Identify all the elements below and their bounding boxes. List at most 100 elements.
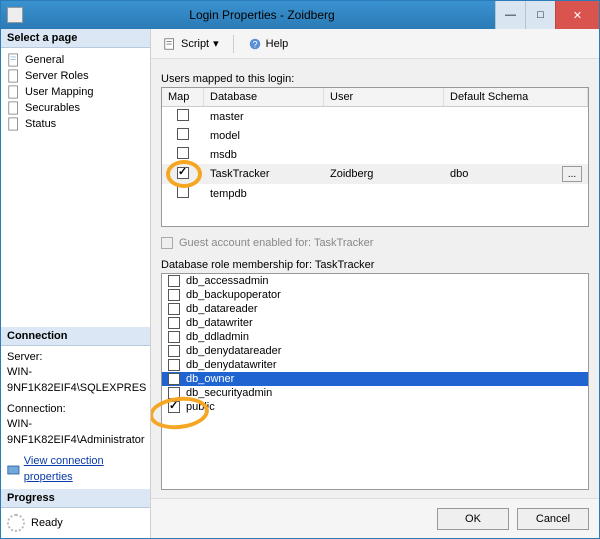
help-button[interactable]: ? Help: [244, 35, 293, 53]
role-name: db_securityadmin: [186, 387, 272, 399]
role-checkbox[interactable]: [168, 373, 180, 385]
table-row[interactable]: tempdb: [162, 184, 588, 203]
col-user-header: User: [324, 88, 444, 106]
progress-spinner-icon: [7, 514, 25, 532]
role-checkbox[interactable]: [168, 401, 180, 413]
col-schema-header: Default Schema: [444, 88, 588, 106]
right-pane: Script ▾ ? Help Users mapped to this log…: [151, 29, 599, 538]
view-connection-properties-link[interactable]: View connection properties: [7, 454, 144, 485]
connection-header: Connection: [1, 327, 150, 346]
role-name: db_owner: [186, 373, 234, 385]
properties-icon: [7, 463, 20, 477]
maximize-button[interactable]: □: [525, 1, 555, 29]
role-checkbox[interactable]: [168, 317, 180, 329]
page-icon: [7, 69, 21, 83]
progress-header: Progress: [1, 489, 150, 508]
role-name: db_backupoperator: [186, 289, 281, 301]
nav-item-user-mapping[interactable]: User Mapping: [1, 84, 150, 100]
nav-item-server-roles[interactable]: Server Roles: [1, 68, 150, 84]
nav-label: Status: [25, 118, 56, 130]
nav-label: Server Roles: [25, 70, 89, 82]
table-row[interactable]: model: [162, 126, 588, 145]
chevron-down-icon: ▾: [213, 37, 219, 50]
role-item[interactable]: db_datawriter: [162, 316, 588, 330]
user-cell: [324, 153, 444, 157]
server-value: WIN-9NF1K82EIF4\SQLEXPRES: [7, 365, 144, 396]
database-cell: tempdb: [204, 186, 324, 202]
role-name: db_denydatawriter: [186, 359, 277, 371]
table-row[interactable]: master: [162, 107, 588, 126]
users-mapped-grid[interactable]: Map Database User Default Schema masterm…: [161, 87, 589, 227]
map-checkbox[interactable]: [177, 167, 189, 179]
role-item[interactable]: db_backupoperator: [162, 288, 588, 302]
select-page-header: Select a page: [1, 29, 150, 48]
window-title: Login Properties - Zoidberg: [29, 8, 495, 22]
role-item[interactable]: db_accessadmin: [162, 274, 588, 288]
cancel-button[interactable]: Cancel: [517, 508, 589, 530]
link-label: View connection properties: [24, 454, 144, 485]
nav-item-status[interactable]: Status: [1, 116, 150, 132]
role-item[interactable]: db_denydatareader: [162, 344, 588, 358]
connection-label: Connection:: [7, 402, 144, 417]
roles-list[interactable]: db_accessadmindb_backupoperator db_datare…: [161, 273, 589, 490]
user-cell: [324, 192, 444, 196]
page-icon: [7, 117, 21, 131]
table-row[interactable]: TaskTrackerZoidbergdbo...: [162, 164, 588, 184]
page-icon: [7, 101, 21, 115]
user-cell: [324, 115, 444, 119]
guest-account-row: Guest account enabled for: TaskTracker: [161, 237, 589, 249]
role-checkbox[interactable]: [168, 289, 180, 301]
progress-status: Ready: [31, 517, 63, 529]
table-row[interactable]: msdb: [162, 145, 588, 164]
map-checkbox[interactable]: [177, 147, 189, 159]
nav-item-securables[interactable]: Securables: [1, 100, 150, 116]
script-button[interactable]: Script ▾: [159, 35, 223, 53]
role-name: public: [186, 401, 215, 413]
page-icon: [7, 85, 21, 99]
role-item[interactable]: db_datareader: [162, 302, 588, 316]
role-item[interactable]: public: [162, 400, 588, 414]
close-button[interactable]: ✕: [555, 1, 599, 29]
role-checkbox[interactable]: [168, 275, 180, 287]
user-cell: Zoidberg: [324, 166, 444, 182]
role-checkbox[interactable]: [168, 303, 180, 315]
toolbar: Script ▾ ? Help: [151, 29, 599, 59]
connection-info: Server: WIN-9NF1K82EIF4\SQLEXPRES Connec…: [1, 346, 150, 489]
role-name: db_denydatareader: [186, 345, 281, 357]
role-item[interactable]: db_denydatawriter: [162, 358, 588, 372]
help-icon: ?: [248, 37, 262, 51]
role-checkbox[interactable]: [168, 331, 180, 343]
progress-body: Ready: [1, 508, 150, 538]
map-checkbox[interactable]: [177, 109, 189, 121]
script-icon: [163, 37, 177, 51]
svg-text:?: ?: [252, 39, 257, 49]
schema-cell: dbo: [450, 168, 468, 180]
role-checkbox[interactable]: [168, 387, 180, 399]
role-item[interactable]: db_owner: [162, 372, 588, 386]
minimize-button[interactable]: —: [495, 1, 525, 29]
database-cell: master: [204, 109, 324, 125]
titlebar[interactable]: Login Properties - Zoidberg — □ ✕: [1, 1, 599, 29]
schema-browse-button[interactable]: ...: [562, 166, 582, 182]
dialog-footer: OK Cancel: [151, 498, 599, 538]
guest-label: Guest account enabled for: TaskTracker: [179, 237, 373, 249]
script-label: Script: [181, 38, 209, 50]
role-checkbox[interactable]: [168, 359, 180, 371]
map-checkbox[interactable]: [177, 128, 189, 140]
login-properties-window: Login Properties - Zoidberg — □ ✕ Select…: [0, 0, 600, 539]
help-label: Help: [266, 38, 289, 50]
page-icon: [7, 53, 21, 67]
map-checkbox[interactable]: [177, 186, 189, 198]
role-checkbox[interactable]: [168, 345, 180, 357]
role-item[interactable]: db_securityadmin: [162, 386, 588, 400]
nav-item-general[interactable]: General: [1, 52, 150, 68]
role-item[interactable]: db_ddladmin: [162, 330, 588, 344]
nav-label: General: [25, 54, 64, 66]
nav-label: Securables: [25, 102, 80, 114]
guest-checkbox: [161, 237, 173, 249]
user-cell: [324, 134, 444, 138]
role-name: db_datareader: [186, 303, 258, 315]
ok-button[interactable]: OK: [437, 508, 509, 530]
connection-value: WIN-9NF1K82EIF4\Administrator: [7, 417, 144, 448]
grid-header: Map Database User Default Schema: [162, 88, 588, 107]
